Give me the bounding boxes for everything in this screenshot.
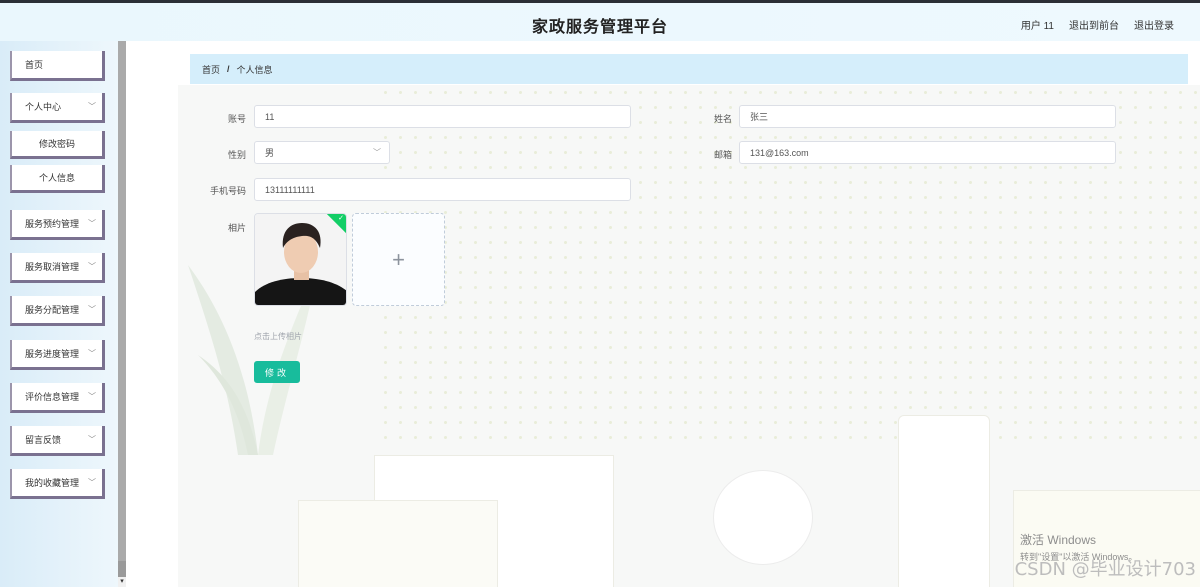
sidebar-item-label: 服务取消管理 [25,262,80,272]
uploaded-photo[interactable]: ✓ [254,213,347,306]
breadcrumb-separator: / [227,64,230,74]
name-value: 张三 [750,112,769,122]
check-icon: ✓ [338,215,344,222]
top-header: 家政服务管理平台 用户 11 退出到前台 退出登录 [0,3,1200,41]
breadcrumb-current: 个人信息 [236,64,273,75]
decorative-cylinder [713,470,813,565]
sidebar-item-label: 个人中心 [25,102,62,112]
gender-value: 男 [265,148,275,158]
sidebar-item-change-password[interactable]: 修改密码 [10,131,105,159]
sidebar-item-personal-center[interactable]: 个人中心 ﹀ [10,93,105,123]
chevron-down-icon: ﹀ [88,219,96,228]
csdn-watermark: CSDN @毕业设计703 [1014,559,1196,580]
decorative-box [298,500,498,587]
phone-label: 手机号码 [209,186,246,196]
sidebar-item-service-cancel[interactable]: 服务取消管理 ﹀ [10,253,105,283]
sidebar-item-label: 个人信息 [38,173,75,183]
account-field[interactable]: 11 [254,105,631,128]
main-content: 首页 / 个人信息 账号 11 姓名 张三 性别 男 ﹀ 邮箱 131@163.… [126,41,1200,587]
sidebar-item-label: 服务进度管理 [25,349,80,359]
breadcrumb: 首页 / 个人信息 [190,54,1188,84]
name-field[interactable]: 张三 [739,105,1116,128]
sidebar-item-label: 服务分配管理 [25,305,80,315]
chevron-down-icon: ﹀ [88,262,96,271]
chevron-down-icon: ﹀ [88,435,96,444]
submit-button[interactable]: 修改 [254,361,300,383]
sidebar-item-label: 我的收藏管理 [25,478,80,488]
sidebar-item-home[interactable]: 首页 [10,51,105,81]
gender-label: 性别 [227,150,246,160]
breadcrumb-home[interactable]: 首页 [202,63,220,76]
account-value: 11 [265,111,275,122]
chevron-down-icon: ﹀ [88,305,96,314]
phone-field[interactable]: 13111111111 [254,178,631,201]
decorative-vase [898,415,990,587]
sidebar-item-label: 服务预约管理 [25,219,80,229]
sidebar-item-personal-info[interactable]: 个人信息 [10,165,105,193]
chevron-down-icon: ﹀ [88,478,96,487]
sidebar: 首页 个人中心 ﹀ 修改密码 个人信息 服务预约管理 ﹀ 服务取消管理 ﹀ 服务… [0,41,118,587]
upload-button[interactable]: + [352,213,445,306]
scroll-down-arrow-icon[interactable]: ▾ [118,577,126,587]
upload-tip: 点击上传相片 [254,332,302,341]
chevron-down-icon: ﹀ [88,392,96,401]
sidebar-item-label: 修改密码 [38,139,75,149]
sidebar-item-service-assign[interactable]: 服务分配管理 ﹀ [10,296,105,326]
user-label: 用户 11 [1020,21,1054,32]
name-label: 姓名 [713,114,732,124]
email-value: 131@163.com [750,147,809,158]
email-field[interactable]: 131@163.com [739,141,1116,164]
email-label: 邮箱 [713,150,732,160]
person-avatar-icon [255,214,346,305]
sidebar-item-label: 留言反馈 [25,435,62,445]
decorative-dot-pattern [378,85,1200,445]
sidebar-item-review[interactable]: 评价信息管理 ﹀ [10,383,105,413]
photo-label: 相片 [227,223,246,233]
back-to-front-link[interactable]: 退出到前台 [1069,17,1119,32]
sidebar-scrollbar[interactable]: ▾ [118,41,126,587]
sidebar-item-label: 首页 [25,60,44,70]
sidebar-item-service-booking[interactable]: 服务预约管理 ﹀ [10,210,105,240]
scrollbar-thumb[interactable] [118,41,126,561]
phone-value: 13111111111 [265,184,315,195]
chevron-down-icon: ﹀ [373,148,381,157]
logout-link[interactable]: 退出登录 [1134,17,1174,32]
account-label: 账号 [227,114,246,124]
chevron-down-icon: ﹀ [88,102,96,111]
sidebar-item-favorites[interactable]: 我的收藏管理 ﹀ [10,469,105,499]
sidebar-item-feedback[interactable]: 留言反馈 ﹀ [10,426,105,456]
sidebar-item-service-progress[interactable]: 服务进度管理 ﹀ [10,340,105,370]
sidebar-item-label: 评价信息管理 [25,392,80,402]
header-links: 用户 11 退出到前台 退出登录 [1021,17,1174,32]
plus-icon: + [392,246,405,272]
gender-select[interactable]: 男 ﹀ [254,141,390,164]
chevron-down-icon: ﹀ [88,349,96,358]
activate-windows-text: 激活 Windows [1020,533,1097,547]
